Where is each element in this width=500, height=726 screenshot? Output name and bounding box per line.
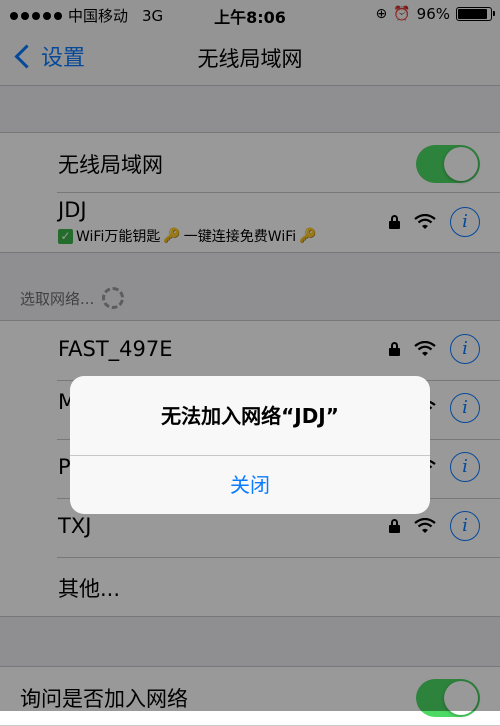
alert-message: 无法加入网络“JDJ” — [161, 404, 339, 428]
modal-overlay — [0, 0, 500, 711]
alert-dialog: 无法加入网络“JDJ” 关闭 — [70, 376, 430, 514]
screen: 中国移动 3G 上午8:06 ⊕ ⏰ 96% 设置 无线局域网 无线局域网 JD… — [0, 0, 500, 726]
alert-close-button[interactable]: 关闭 — [70, 456, 430, 514]
